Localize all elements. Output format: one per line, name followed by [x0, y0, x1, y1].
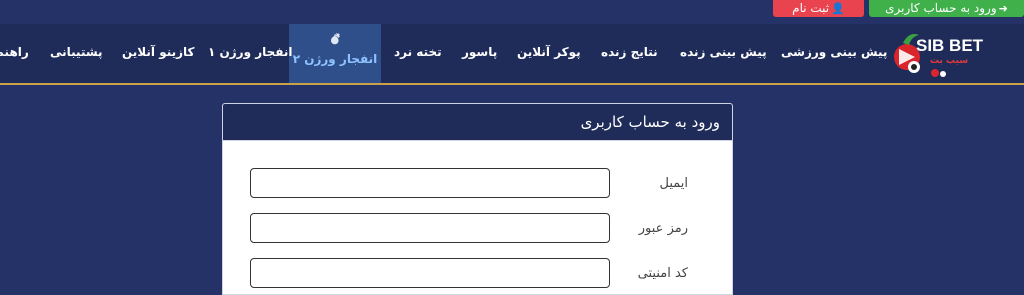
logo-subtext: سیب بت [930, 56, 969, 66]
captcha-row: کد امنیتی [223, 258, 732, 290]
nav-item-online-poker[interactable]: پوکر آنلاین [517, 24, 581, 83]
login-button-label: ورود به حساب کاربری [885, 1, 997, 15]
nav-item-backgammon[interactable]: تخته نرد [394, 24, 442, 83]
password-row: رمز عبور [223, 213, 732, 245]
main-navbar: پیش بینی ورزشی پیش بینی زنده نتایج زنده … [0, 24, 1024, 85]
top-bar: ➜ورود به حساب کاربری 👤ثبت نام [0, 0, 1024, 24]
sign-in-icon: ➜ [998, 2, 1008, 15]
nav-item-crash-v1[interactable]: انفجار ورژن ۱ [208, 24, 293, 83]
nav-item-pasur[interactable]: پاسور [462, 24, 497, 83]
captcha-field[interactable] [250, 258, 610, 288]
email-row: ایمیل [223, 168, 732, 200]
login-panel: ورود به حساب کاربری ایمیل رمز عبور کد ام… [222, 103, 733, 295]
login-panel-title: ورود به حساب کاربری [223, 104, 732, 141]
user-plus-icon: 👤 [831, 2, 845, 15]
nav-item-sports-betting[interactable]: پیش بینی ورزشی [781, 24, 887, 83]
nav-item-live-betting[interactable]: پیش بینی زنده [680, 24, 767, 83]
logo-text: SIB BET [916, 36, 984, 55]
nav-item-online-casino[interactable]: کازینو آنلاین [122, 24, 195, 83]
register-button-label: ثبت نام [792, 1, 830, 15]
register-button[interactable]: 👤ثبت نام [773, 0, 864, 17]
nav-item-live-results[interactable]: نتایج زنده [601, 24, 658, 83]
password-label: رمز عبور [638, 221, 688, 236]
login-button[interactable]: ➜ورود به حساب کاربری [869, 0, 1024, 17]
nav-item-crash-v2-label: انفجار ورژن ۲ [292, 52, 378, 66]
captcha-label: کد امنیتی [637, 266, 688, 281]
email-label: ایمیل [659, 176, 688, 191]
nav-item-support[interactable]: پشتیبانی [50, 24, 103, 83]
nav-item-crash-v2[interactable]: 💣︎ انفجار ورژن ۲ [289, 24, 381, 83]
nav-item-guide[interactable]: راهنما [0, 24, 29, 83]
email-field[interactable] [250, 168, 610, 198]
password-field[interactable] [250, 213, 610, 243]
bomb-icon: 💣︎ [330, 32, 340, 48]
